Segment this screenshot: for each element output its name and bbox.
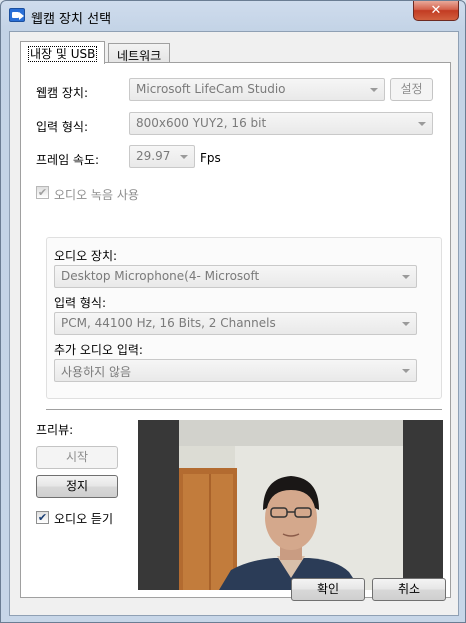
input-format-value: 800x600 YUY2, 16 bit: [136, 116, 267, 130]
chevron-down-icon: [402, 322, 410, 326]
extra-audio-label: 추가 오디오 입력:: [54, 343, 143, 357]
webcam-device-label: 웹캠 장치:: [36, 86, 89, 100]
window-title: 웹캠 장치 선택: [31, 12, 112, 27]
preview-label: 프리뷰:: [36, 423, 74, 437]
dialog-client-area: 내장 및 USB 네트워크 웹캠 장치: Microsoft LifeCam S…: [9, 31, 459, 616]
frame-rate-select[interactable]: 29.97: [129, 145, 195, 168]
chevron-down-icon: [402, 369, 410, 373]
audio-format-value: PCM, 44100 Hz, 16 Bits, 2 Channels: [61, 316, 276, 330]
tab-page: 웹캠 장치: Microsoft LifeCam Studio 설정 입력 형식…: [20, 62, 451, 598]
extra-audio-value: 사용하지 않음: [61, 365, 132, 379]
audio-format-label: 입력 형식:: [54, 296, 107, 310]
chevron-down-icon: [370, 88, 378, 92]
input-format-select[interactable]: 800x600 YUY2, 16 bit: [129, 112, 433, 135]
ok-button[interactable]: 확인: [291, 578, 365, 601]
frame-rate-unit: Fps: [200, 151, 221, 165]
listen-audio-checkbox[interactable]: ✔: [36, 511, 49, 524]
audio-record-checkbox[interactable]: ✔: [36, 186, 49, 199]
audio-format-select[interactable]: PCM, 44100 Hz, 16 Bits, 2 Channels: [54, 312, 417, 335]
cancel-button[interactable]: 취소: [372, 578, 446, 601]
frame-rate-value: 29.97: [136, 149, 171, 163]
frame-rate-label: 프레임 속도:: [36, 153, 100, 167]
audio-device-value: Desktop Microphone(4- Microsoft: [61, 269, 260, 283]
start-preview-button[interactable]: 시작: [36, 446, 118, 469]
tab-builtin-usb-label: 내장 및 USB: [27, 46, 98, 62]
input-format-label: 입력 형식:: [36, 120, 89, 134]
settings-button[interactable]: 설정: [390, 78, 433, 101]
chevron-down-icon: [418, 122, 426, 126]
audio-device-label: 오디오 장치:: [54, 249, 118, 263]
camera-preview: [138, 420, 443, 590]
webcam-feed-image: [179, 420, 403, 590]
title-bar[interactable]: 웹캠 장치 선택: [1, 1, 465, 31]
listen-audio-label: 오디오 듣기: [54, 512, 114, 526]
chevron-down-icon: [180, 155, 188, 159]
tab-builtin-usb[interactable]: 내장 및 USB: [20, 41, 106, 64]
audio-device-select[interactable]: Desktop Microphone(4- Microsoft: [54, 265, 417, 288]
extra-audio-select[interactable]: 사용하지 않음: [54, 359, 417, 382]
audio-record-label: 오디오 녹음 사용: [54, 188, 139, 202]
webcam-device-select[interactable]: Microsoft LifeCam Studio: [129, 78, 385, 101]
section-divider: [46, 409, 442, 411]
chevron-down-icon: [402, 275, 410, 279]
webcam-device-value: Microsoft LifeCam Studio: [136, 82, 286, 96]
stop-preview-button[interactable]: 정지: [36, 475, 118, 498]
camera-video-frame: [179, 420, 403, 590]
tab-network[interactable]: 네트워크: [108, 43, 171, 64]
tab-network-label: 네트워크: [117, 49, 162, 63]
dialog-window: 웹캠 장치 선택 ✕ 내장 및 USB 네트워크 웹캠 장치: Microsof…: [0, 0, 466, 623]
close-button[interactable]: ✕: [413, 1, 459, 21]
webcam-icon: [9, 8, 25, 22]
